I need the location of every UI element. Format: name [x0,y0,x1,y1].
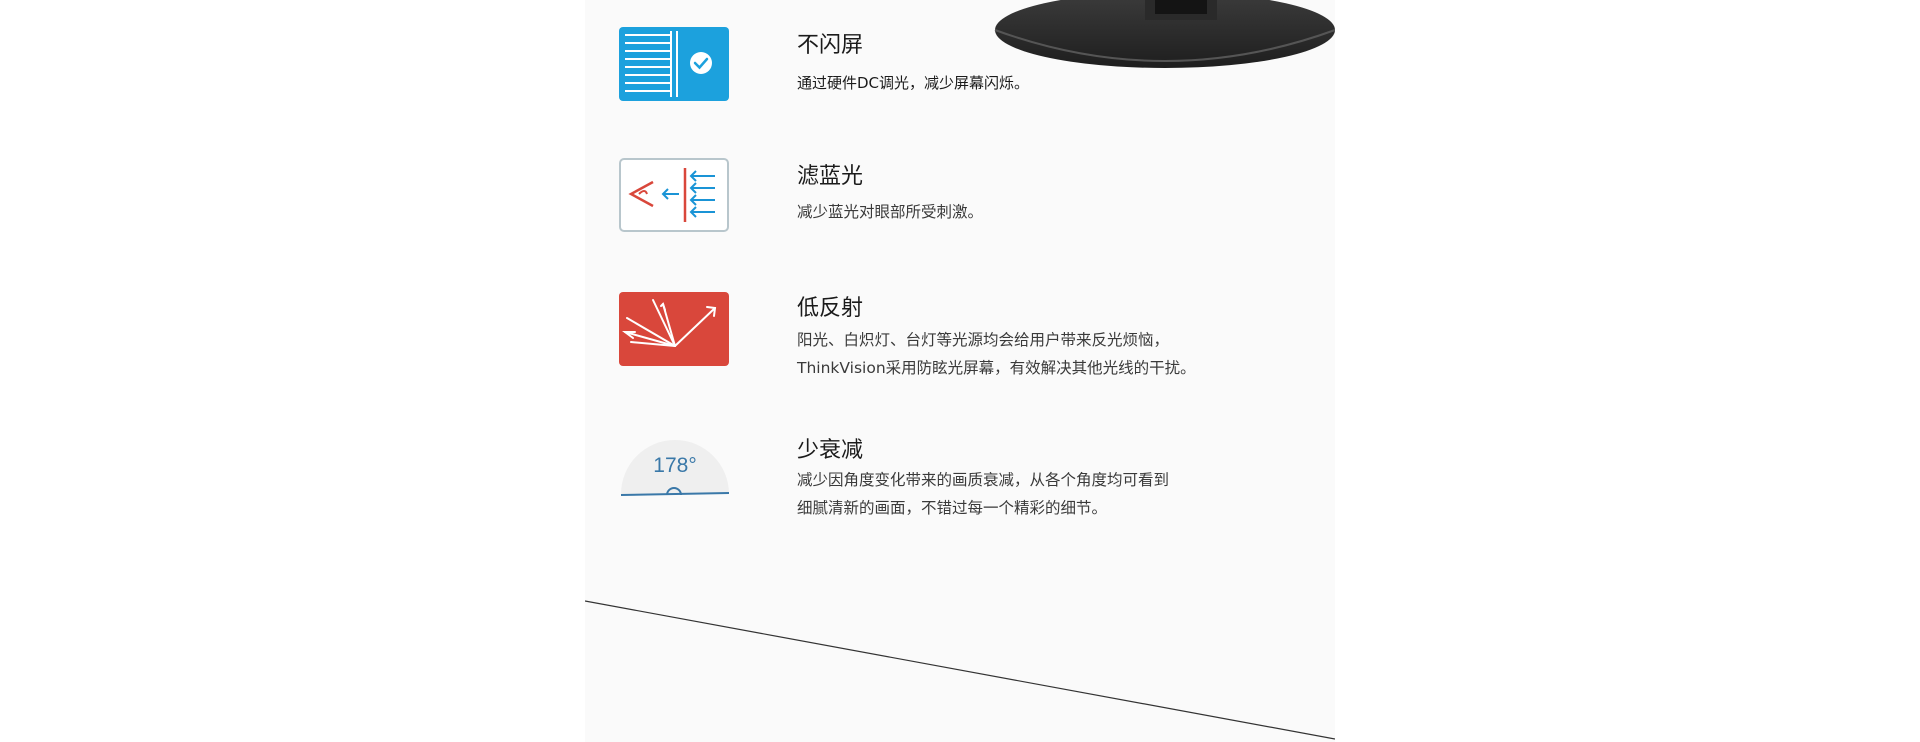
feature-description: 阳光、白炽灯、台灯等光源均会给用户带来反光烦恼， ThinkVision采用防眩… [797,326,1196,382]
product-feature-panel: 不闪屏 通过硬件DC调光，减少屏幕闪烁。 滤蓝光 减少蓝光对眼部所受刺激。 低反… [585,0,1335,742]
feature-description-line: 减少因角度变化带来的画质衰减，从各个角度均可看到 [797,471,1170,489]
anti-glare-icon [619,292,729,366]
feature-description-line: 阳光、白炽灯、台灯等光源均会给用户带来反光烦恼， [797,331,1170,349]
feature-description: 通过硬件DC调光，减少屏幕闪烁。 [797,69,1029,97]
diagonal-divider-line [585,600,1335,740]
feature-description-line: 细腻清新的画面，不错过每一个精彩的细节。 [797,499,1108,517]
feature-description-line: ThinkVision采用防眩光屏幕，有效解决其他光线的干扰。 [797,359,1196,377]
monitor-stand-image [994,0,1335,68]
feature-title: 低反射 [797,296,864,321]
viewing-angle-label: 178° [653,454,696,477]
feature-title: 少衰减 [797,438,864,463]
feature-description: 减少蓝光对眼部所受刺激。 [797,198,983,226]
feature-description: 减少因角度变化带来的画质衰减，从各个角度均可看到 细腻清新的画面，不错过每一个精… [797,466,1169,522]
blue-light-filter-icon [619,158,729,232]
feature-description-line: 减少蓝光对眼部所受刺激。 [797,203,984,221]
flicker-free-icon [619,27,729,101]
viewing-angle-icon: 178° [620,440,729,496]
feature-title: 滤蓝光 [797,164,864,189]
feature-description-line: 通过硬件DC调光，减少屏幕闪烁。 [797,74,1030,92]
feature-title: 不闪屏 [797,33,864,58]
